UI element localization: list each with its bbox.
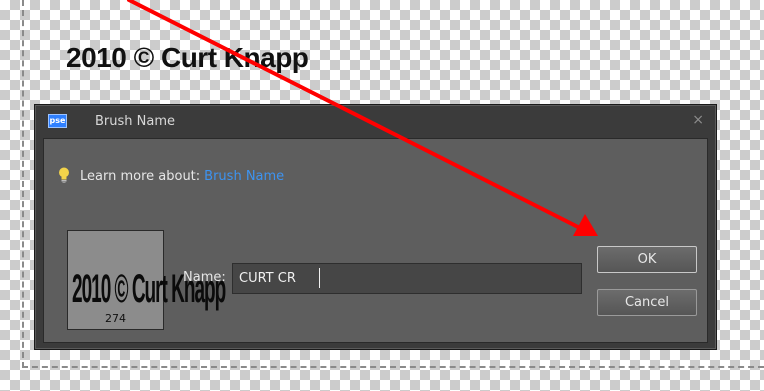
help-link-brush-name[interactable]: Brush Name xyxy=(204,169,284,184)
help-prefix-label: Learn more about: xyxy=(80,168,201,184)
canvas-watermark-text: 2010 © Curt Knapp xyxy=(66,42,309,73)
dialog-content: Learn more about: Brush Name 2010 © Curt… xyxy=(43,138,708,343)
dialog-title: Brush Name xyxy=(95,114,175,129)
pse-app-icon: pse xyxy=(48,114,67,128)
cancel-button[interactable]: Cancel xyxy=(597,289,697,316)
name-label: Name: xyxy=(183,270,226,285)
brush-preview-stroke: 2010 © Curt Knapp xyxy=(72,268,226,313)
brush-name-input[interactable] xyxy=(232,263,582,294)
dialog-titlebar[interactable]: pse Brush Name × xyxy=(35,105,716,138)
help-row: Learn more about: Brush Name xyxy=(58,167,284,184)
text-caret xyxy=(319,268,320,288)
brush-preview-thumbnail: 2010 © Curt Knapp 274 xyxy=(67,230,226,330)
ok-button[interactable]: OK xyxy=(597,246,697,273)
lightbulb-icon xyxy=(59,167,69,183)
brush-size-label: 274 xyxy=(105,312,126,325)
brush-name-dialog: pse Brush Name × Learn more about: Brush… xyxy=(34,104,717,350)
close-icon[interactable]: × xyxy=(692,112,704,128)
